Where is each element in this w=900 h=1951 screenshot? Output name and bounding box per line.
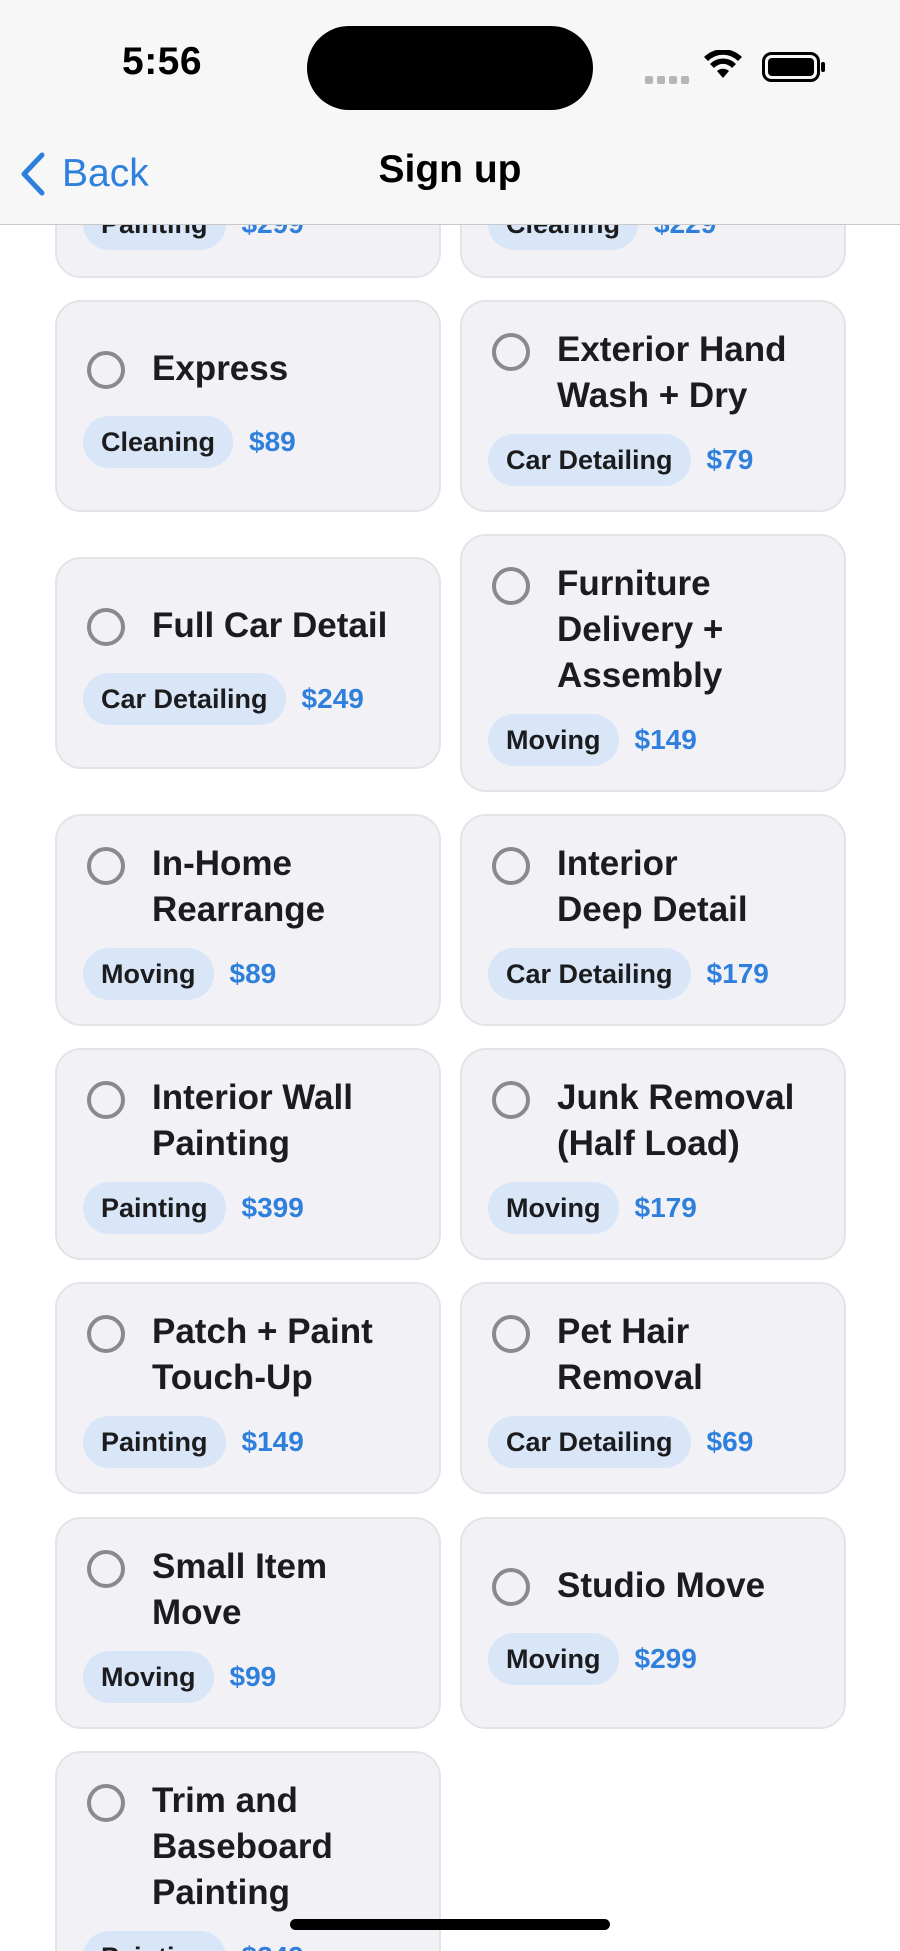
category-tag: Moving <box>488 1182 619 1234</box>
service-name: Interior Wall Painting <box>152 1078 353 1163</box>
service-meta: Moving $179 <box>488 1182 697 1234</box>
service-card-in-home-rearrange[interactable]: In-Home Rearrange Moving $89 <box>55 814 441 1026</box>
category-tag: Cleaning <box>83 416 234 468</box>
category-tag: Moving <box>488 1633 619 1685</box>
service-name: Studio Move <box>557 1566 766 1605</box>
service-name: Small Item Move <box>152 1547 328 1632</box>
category-tag: Car Detailing <box>488 948 691 1000</box>
service-meta: Painting $249 <box>83 1931 304 1951</box>
service-card-furniture-delivery[interactable]: Furniture Delivery + Assembly Moving $14… <box>460 534 846 792</box>
category-tag: Painting <box>83 1931 226 1951</box>
radio-button[interactable] <box>87 1550 125 1588</box>
service-meta: Car Detailing $79 <box>488 434 753 486</box>
service-meta: Painting $149 <box>83 1416 304 1468</box>
radio-button[interactable] <box>492 1568 530 1606</box>
price-label: $149 <box>241 1426 304 1457</box>
price-label: $89 <box>229 958 277 989</box>
service-name: Trim and Baseboard Painting <box>152 1781 333 1912</box>
radio-button[interactable] <box>492 567 530 605</box>
price-label: $149 <box>634 724 697 755</box>
category-tag: Car Detailing <box>83 673 286 725</box>
service-card-interior-deep-detail[interactable]: Interior Deep Detail Car Detailing $179 <box>460 814 846 1026</box>
service-name: Interior Deep Detail <box>557 844 748 929</box>
service-meta: Moving $299 <box>488 1633 697 1685</box>
service-card-pet-hair-removal[interactable]: Pet Hair Removal Car Detailing $69 <box>460 1282 846 1494</box>
price-label: $89 <box>249 426 296 457</box>
price-label: $399 <box>241 1192 304 1223</box>
dynamic-island <box>307 26 593 110</box>
service-name: Full Car Detail <box>152 606 388 645</box>
price-label: $299 <box>634 1643 697 1674</box>
service-name: Junk Removal (Half Load) <box>557 1078 795 1163</box>
service-name: In-Home Rearrange <box>152 844 326 929</box>
category-tag: Car Detailing <box>488 1416 691 1468</box>
service-name: Patch + Paint Touch-Up <box>152 1312 373 1397</box>
cellular-signal-icon <box>645 71 693 89</box>
category-tag: Moving <box>83 948 214 1000</box>
service-card-junk-removal[interactable]: Junk Removal (Half Load) Moving $179 <box>460 1048 846 1260</box>
price-label: $69 <box>706 1426 754 1457</box>
category-tag: Painting <box>83 1416 226 1468</box>
radio-button[interactable] <box>492 333 530 371</box>
price-label: $99 <box>229 1661 277 1692</box>
category-tag: Moving <box>83 1651 214 1703</box>
category-tag: Car Detailing <box>488 434 691 486</box>
radio-button[interactable] <box>87 1315 125 1353</box>
service-card-studio-move[interactable]: Studio Move Moving $299 <box>460 1517 846 1729</box>
radio-button[interactable] <box>492 1315 530 1353</box>
service-name: Pet Hair Removal <box>557 1312 703 1397</box>
radio-button[interactable] <box>492 1081 530 1119</box>
service-meta: Car Detailing $69 <box>488 1416 753 1468</box>
radio-button[interactable] <box>87 847 125 885</box>
home-indicator <box>290 1919 610 1930</box>
service-meta: Car Detailing $249 <box>83 673 364 725</box>
service-name: Furniture Delivery + Assembly <box>557 564 724 695</box>
service-card-express[interactable]: Express Cleaning $89 <box>55 300 441 512</box>
page-title: Sign up <box>378 148 522 191</box>
radio-button[interactable] <box>87 608 125 646</box>
price-label: $249 <box>301 683 364 714</box>
category-tag: Painting <box>83 1182 226 1234</box>
service-card-interior-wall-painting[interactable]: Interior Wall Painting Painting $399 <box>55 1048 441 1260</box>
service-meta: Car Detailing $179 <box>488 948 769 1000</box>
radio-button[interactable] <box>87 1784 125 1822</box>
service-card-exterior-hand-wash[interactable]: Exterior Hand Wash + Dry Car Detailing $… <box>460 300 846 512</box>
radio-button[interactable] <box>492 847 530 885</box>
price-label: $179 <box>706 958 769 989</box>
service-name: Exterior Hand Wash + Dry <box>557 330 787 415</box>
service-card-small-item-move[interactable]: Small Item Move Moving $99 <box>55 1517 441 1729</box>
category-tag: Moving <box>488 714 619 766</box>
service-name: Express <box>152 349 289 388</box>
service-meta: Painting $399 <box>83 1182 304 1234</box>
battery-icon <box>762 52 825 82</box>
price-label: $249 <box>242 1941 304 1951</box>
service-card-full-car-detail[interactable]: Full Car Detail Car Detailing $249 <box>55 557 441 769</box>
price-label: $79 <box>706 444 754 475</box>
service-meta: Moving $99 <box>83 1651 276 1703</box>
service-card-patch-paint[interactable]: Patch + Paint Touch-Up Painting $149 <box>55 1282 441 1494</box>
services-list[interactable]: Painting $299 Cleaning $229 Express Clea… <box>0 0 900 1951</box>
service-meta: Cleaning $89 <box>83 416 296 468</box>
navigation-bar: 5:56 Back Sign up <box>0 0 900 225</box>
status-time: 5:56 <box>122 40 203 83</box>
service-meta: Moving $149 <box>488 714 697 766</box>
price-label: $179 <box>634 1192 697 1223</box>
radio-button[interactable] <box>87 351 125 389</box>
service-meta: Moving $89 <box>83 948 276 1000</box>
radio-button[interactable] <box>87 1081 125 1119</box>
wifi-icon <box>704 50 742 78</box>
